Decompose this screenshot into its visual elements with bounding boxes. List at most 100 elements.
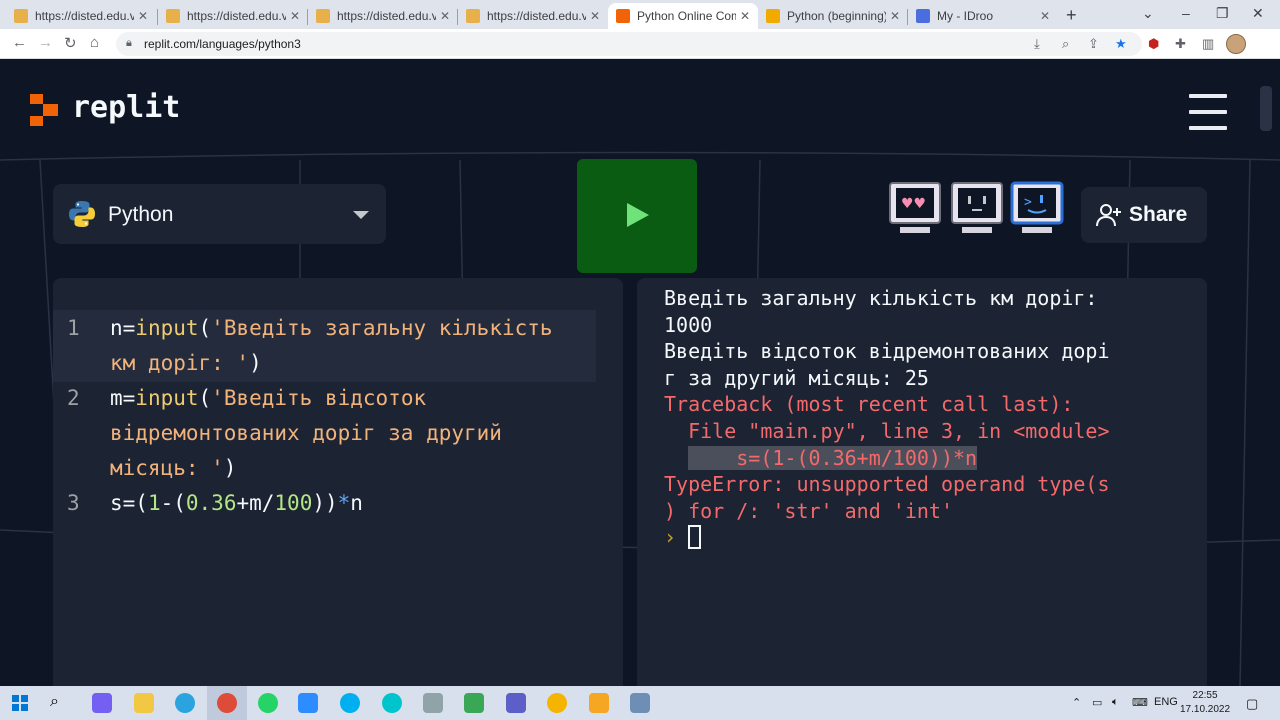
hamburger-menu-icon[interactable]: [1189, 94, 1227, 130]
clock-date: 17.10.2022: [1180, 704, 1231, 715]
extensions-puzzle-icon[interactable]: ✚: [1175, 36, 1186, 52]
replit-favicon-icon: [616, 9, 630, 23]
back-arrow-icon[interactable]: ←: [12, 34, 27, 51]
minimize-icon[interactable]: –: [1182, 5, 1190, 21]
share-page-icon[interactable]: ⇪: [1088, 36, 1099, 52]
lightning-app-icon[interactable]: [589, 693, 609, 713]
viber-icon[interactable]: [92, 693, 112, 713]
tab-search-chevron-icon[interactable]: ⌄: [1142, 5, 1154, 22]
canva-icon[interactable]: [382, 693, 402, 713]
code-token: input: [135, 316, 199, 340]
prompt-icon: ›: [664, 525, 677, 550]
tab-title: https://disted.edu.vn/: [187, 9, 286, 23]
traceback-code-line: s=(1-(0.36+m/100))*n: [664, 445, 1184, 472]
side-panel-icon[interactable]: ▥: [1202, 36, 1214, 52]
close-tab-icon[interactable]: ✕: [740, 9, 750, 23]
close-tab-icon[interactable]: ✕: [590, 9, 600, 23]
zoom-icon[interactable]: ⌕: [1062, 36, 1069, 52]
line-number: 2: [67, 386, 80, 410]
code-token: 0.36: [185, 491, 237, 515]
site-favicon-icon: [166, 9, 180, 23]
system-clock[interactable]: 22:55 17.10.2022: [1180, 689, 1230, 717]
meet-icon[interactable]: [464, 693, 484, 713]
browser-tab[interactable]: https://disted.edu.vn/ ✕: [308, 3, 458, 29]
bot-neutral-icon[interactable]: [948, 181, 1006, 239]
run-button[interactable]: [577, 159, 697, 273]
code-token: n=: [110, 316, 136, 340]
code-token: ): [223, 456, 237, 480]
input-cursor[interactable]: [688, 525, 702, 550]
browser-tab[interactable]: Python (beginning).de ✕: [758, 3, 908, 29]
browser-tab-active[interactable]: Python Online Compi ✕: [608, 3, 758, 29]
install-app-icon[interactable]: ⤓: [1034, 36, 1040, 52]
tab-title: My - IDroo: [937, 9, 994, 23]
replit-page: replit Python ♥♥ > Share 1 n=input('Введ…: [0, 60, 1280, 686]
browser-tab[interactable]: https://disted.edu.vn/ ✕: [6, 3, 156, 29]
code-token: 100: [274, 491, 313, 515]
close-window-icon[interactable]: ✕: [1252, 5, 1264, 22]
code-token: n: [350, 491, 363, 515]
chrome-icon[interactable]: [217, 693, 237, 713]
address-bar[interactable]: 🔒︎ replit.com/languages/python3: [116, 32, 1142, 56]
new-tab-icon[interactable]: +: [1066, 5, 1077, 26]
add-user-icon: [1096, 204, 1121, 227]
whatsapp-icon[interactable]: [258, 693, 278, 713]
console-prompt-line[interactable]: ›: [664, 524, 1184, 551]
code-text: m=input('Введіть відсоток відремонтовани…: [110, 381, 580, 486]
language-select[interactable]: Python: [53, 184, 386, 244]
search-icon[interactable]: ⌕: [50, 693, 70, 713]
tray-chevron-up-icon[interactable]: ⌃: [1072, 696, 1081, 709]
page-scroll-thumb[interactable]: [1260, 86, 1272, 131]
windows-taskbar: ⌕ ⌃ ▭ 🔈︎ ⌨ ENG 22:55 17.10.2022 ▢: [0, 686, 1280, 720]
notepad-icon[interactable]: [630, 693, 650, 713]
play-icon: [627, 203, 649, 227]
tab-title: https://disted.edu.vn/: [337, 9, 436, 23]
console-line: г за другий місяць: 25: [664, 365, 929, 390]
home-icon[interactable]: ⌂: [90, 34, 99, 51]
browser-tab[interactable]: My - IDroo ✕: [908, 3, 1058, 29]
close-tab-icon[interactable]: ✕: [138, 9, 148, 23]
browser-tab[interactable]: https://disted.edu.vn/ ✕: [158, 3, 308, 29]
skype-icon[interactable]: [340, 693, 360, 713]
bot-love-icon[interactable]: ♥♥: [886, 181, 944, 239]
volume-icon[interactable]: 🔈︎: [1112, 696, 1119, 709]
code-token: )): [312, 491, 338, 515]
close-tab-icon[interactable]: ✕: [890, 9, 900, 23]
console-output[interactable]: Введіть загальну кількість км доріг: 100…: [637, 278, 1207, 686]
bot-smile-icon[interactable]: >: [1008, 181, 1066, 239]
idroo-favicon-icon: [916, 9, 930, 23]
clock-time: 22:55: [1192, 690, 1218, 701]
code-token: input: [135, 386, 199, 410]
input-language[interactable]: ENG: [1154, 696, 1178, 708]
network-icon[interactable]: ▭: [1092, 696, 1102, 709]
console-line: 1000: [664, 312, 713, 337]
close-tab-icon[interactable]: ✕: [440, 9, 450, 23]
forward-arrow-icon[interactable]: →: [38, 34, 53, 51]
keyboard-icon[interactable]: ⌨: [1132, 696, 1148, 709]
replit-logo-icon[interactable]: [28, 92, 60, 128]
close-tab-icon[interactable]: ✕: [290, 9, 300, 23]
notifications-icon[interactable]: ▢: [1246, 696, 1258, 712]
lock-icon[interactable]: 🔒︎: [126, 37, 132, 50]
file-explorer-icon[interactable]: [134, 693, 154, 713]
teams-icon[interactable]: [506, 693, 526, 713]
drive-favicon-icon: [766, 9, 780, 23]
google-drive-icon[interactable]: [547, 693, 567, 713]
windows-start-icon[interactable]: [10, 693, 30, 713]
zoom-app-icon[interactable]: [298, 693, 318, 713]
code-token: (: [198, 316, 212, 340]
paint-icon[interactable]: [423, 693, 443, 713]
close-tab-icon[interactable]: ✕: [1040, 9, 1050, 23]
telegram-icon[interactable]: [175, 693, 195, 713]
share-button[interactable]: Share: [1081, 187, 1207, 243]
tab-title: https://disted.edu.vn/: [35, 9, 134, 23]
browser-tab[interactable]: https://disted.edu.vn/ ✕: [458, 3, 608, 29]
replit-logo-text[interactable]: replit: [72, 90, 180, 125]
code-editor[interactable]: 1 n=input('Введіть загальну кількість км…: [53, 278, 623, 686]
share-label: Share: [1129, 203, 1188, 226]
maximize-icon[interactable]: ❐: [1216, 5, 1229, 22]
extension-abp-icon[interactable]: ⬢: [1148, 36, 1159, 52]
reload-icon[interactable]: ↻: [64, 34, 77, 52]
profile-avatar[interactable]: [1226, 34, 1246, 54]
bookmark-star-icon[interactable]: ★: [1115, 36, 1127, 52]
